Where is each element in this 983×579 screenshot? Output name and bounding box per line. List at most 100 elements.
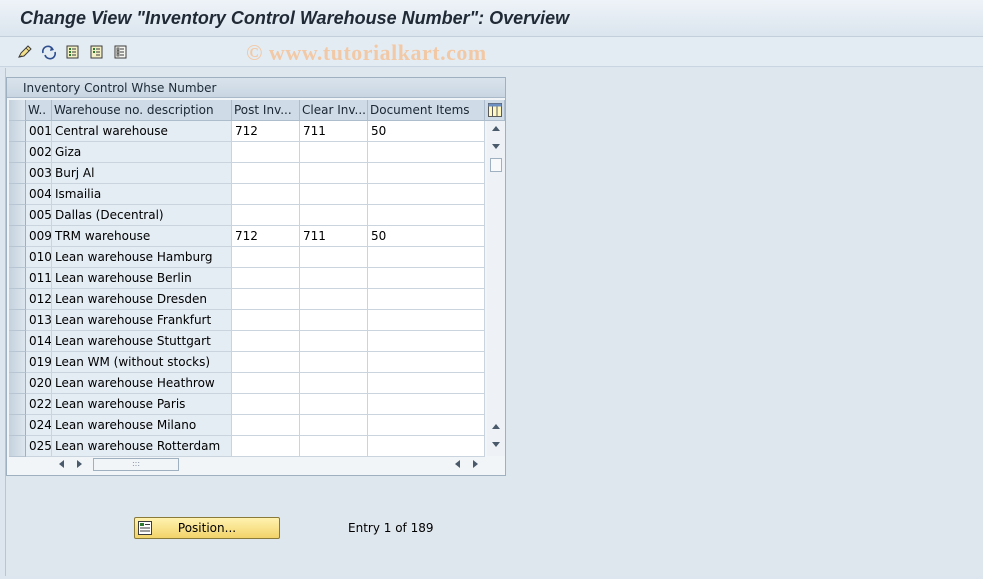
cell-post-inventory[interactable]	[232, 205, 300, 226]
cell-document-items[interactable]	[368, 247, 485, 268]
cell-clear-inventory[interactable]	[300, 184, 368, 205]
cell-document-items[interactable]: 50	[368, 121, 485, 142]
cell-post-inventory[interactable]	[232, 331, 300, 352]
row-selector[interactable]	[9, 163, 26, 184]
column-header-description[interactable]: Warehouse no. description	[52, 100, 232, 121]
cell-post-inventory[interactable]	[232, 415, 300, 436]
cell-warehouse-number: 003	[26, 163, 52, 184]
cell-clear-inventory[interactable]	[300, 163, 368, 184]
cell-clear-inventory[interactable]	[300, 205, 368, 226]
scroll-far-left-icon[interactable]	[455, 460, 460, 468]
table-row: 012 Lean warehouse Dresden	[9, 289, 485, 310]
row-selector[interactable]	[9, 331, 26, 352]
row-selector[interactable]	[9, 373, 26, 394]
cell-warehouse-number: 014	[26, 331, 52, 352]
row-selector[interactable]	[9, 205, 26, 226]
cell-document-items[interactable]: 50	[368, 226, 485, 247]
row-selector[interactable]	[9, 352, 26, 373]
cell-post-inventory[interactable]	[232, 436, 300, 457]
select-all-rows-cell[interactable]	[9, 100, 26, 121]
cell-clear-inventory[interactable]	[300, 352, 368, 373]
cell-post-inventory[interactable]	[232, 184, 300, 205]
cell-document-items[interactable]	[368, 142, 485, 163]
cell-clear-inventory[interactable]	[300, 373, 368, 394]
cell-post-inventory[interactable]	[232, 310, 300, 331]
cell-post-inventory[interactable]	[232, 268, 300, 289]
row-selector[interactable]	[9, 289, 26, 310]
position-button[interactable]: Position...	[134, 517, 280, 539]
cell-document-items[interactable]	[368, 163, 485, 184]
column-header-document-items[interactable]: Document Items	[368, 100, 485, 121]
cell-clear-inventory[interactable]	[300, 268, 368, 289]
cell-document-items[interactable]	[368, 310, 485, 331]
cell-clear-inventory[interactable]	[300, 247, 368, 268]
cell-document-items[interactable]	[368, 352, 485, 373]
cell-description: Dallas (Decentral)	[52, 205, 232, 226]
horizontal-scroll-thumb[interactable]: :::	[93, 458, 179, 471]
row-selector[interactable]	[9, 268, 26, 289]
column-settings-button[interactable]	[485, 100, 505, 121]
cell-document-items[interactable]	[368, 373, 485, 394]
cell-clear-inventory[interactable]: 711	[300, 121, 368, 142]
cell-clear-inventory[interactable]	[300, 394, 368, 415]
row-selector[interactable]	[9, 184, 26, 205]
cell-clear-inventory[interactable]	[300, 331, 368, 352]
column-header-clear-inventory[interactable]: Clear Inv...	[300, 100, 368, 121]
vertical-scroll-thumb[interactable]	[490, 158, 502, 172]
cell-warehouse-number: 001	[26, 121, 52, 142]
cell-document-items[interactable]	[368, 268, 485, 289]
cell-document-items[interactable]	[368, 184, 485, 205]
cell-document-items[interactable]	[368, 436, 485, 457]
row-selector[interactable]	[9, 121, 26, 142]
cell-post-inventory[interactable]	[232, 373, 300, 394]
cell-document-items[interactable]	[368, 205, 485, 226]
cell-post-inventory[interactable]	[232, 247, 300, 268]
cell-post-inventory[interactable]	[232, 142, 300, 163]
cell-document-items[interactable]	[368, 331, 485, 352]
cell-document-items[interactable]	[368, 415, 485, 436]
row-selector[interactable]	[9, 142, 26, 163]
vertical-scrollbar[interactable]	[487, 121, 505, 456]
horizontal-scrollbar[interactable]: :::	[53, 456, 493, 472]
scroll-up-icon[interactable]	[492, 126, 500, 131]
select-all-button[interactable]	[64, 43, 82, 61]
cell-post-inventory[interactable]	[232, 394, 300, 415]
deselect-all-button[interactable]	[112, 43, 130, 61]
cell-post-inventory[interactable]: 712	[232, 226, 300, 247]
display-change-button[interactable]	[16, 43, 34, 61]
cell-clear-inventory[interactable]	[300, 289, 368, 310]
cell-clear-inventory[interactable]	[300, 142, 368, 163]
scroll-far-right-icon[interactable]	[473, 460, 478, 468]
cell-clear-inventory[interactable]	[300, 310, 368, 331]
application-toolbar: © www.tutorialkart.com	[0, 37, 983, 67]
cell-post-inventory[interactable]	[232, 163, 300, 184]
cell-description: Lean warehouse Milano	[52, 415, 232, 436]
select-block-button[interactable]	[88, 43, 106, 61]
cell-description: Burj Al	[52, 163, 232, 184]
cell-description: Lean warehouse Dresden	[52, 289, 232, 310]
cell-clear-inventory[interactable]: 711	[300, 226, 368, 247]
cell-document-items[interactable]	[368, 289, 485, 310]
column-header-post-inventory[interactable]: Post Inv...	[232, 100, 300, 121]
cell-post-inventory[interactable]	[232, 289, 300, 310]
cell-post-inventory[interactable]	[232, 352, 300, 373]
row-selector[interactable]	[9, 394, 26, 415]
table-title: Inventory Control Whse Number	[7, 78, 505, 98]
scroll-left-icon[interactable]	[59, 460, 64, 468]
row-selector[interactable]	[9, 415, 26, 436]
other-view-button[interactable]	[40, 43, 58, 61]
cell-clear-inventory[interactable]	[300, 436, 368, 457]
cell-description: Lean warehouse Frankfurt	[52, 310, 232, 331]
column-header-warehouse[interactable]: W..	[26, 100, 52, 121]
row-selector[interactable]	[9, 310, 26, 331]
cell-document-items[interactable]	[368, 394, 485, 415]
row-selector[interactable]	[9, 436, 26, 457]
cell-post-inventory[interactable]: 712	[232, 121, 300, 142]
row-selector[interactable]	[9, 247, 26, 268]
scroll-right-icon[interactable]	[77, 460, 82, 468]
scroll-down-icon[interactable]	[492, 144, 500, 149]
scroll-page-down-icon[interactable]	[492, 442, 500, 447]
row-selector[interactable]	[9, 226, 26, 247]
scroll-page-up-icon[interactable]	[492, 424, 500, 429]
cell-clear-inventory[interactable]	[300, 415, 368, 436]
